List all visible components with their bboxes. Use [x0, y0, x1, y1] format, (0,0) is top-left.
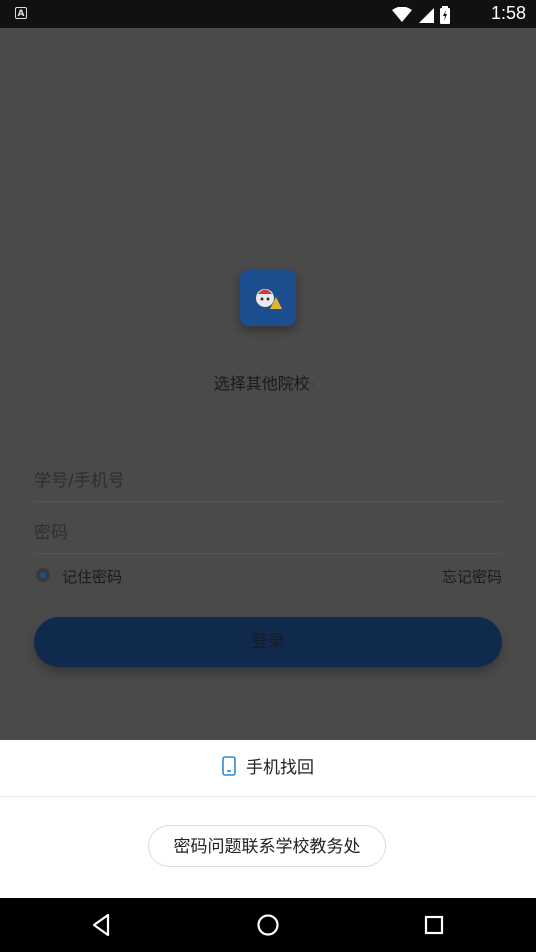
contact-school-button[interactable]: 密码问题联系学校教务处: [148, 825, 386, 867]
login-button[interactable]: 登录: [34, 617, 502, 667]
account-input[interactable]: 学号/手机号: [34, 452, 502, 502]
status-icons: [392, 6, 450, 24]
app-logo: [240, 270, 296, 326]
remember-password-label[interactable]: 记住密码: [62, 566, 122, 587]
navigation-bar: [0, 898, 536, 952]
select-school-label: 选择其他院校: [213, 374, 310, 393]
bottom-sheet: 手机找回 密码问题联系学校教务处: [0, 740, 536, 898]
status-bar: A 1:58: [0, 0, 536, 28]
back-icon[interactable]: [88, 911, 116, 939]
remember-row: 记住密码 忘记密码: [34, 564, 502, 588]
select-school-link[interactable]: 选择其他院校 ›: [0, 370, 536, 394]
notification-a-icon: A: [15, 7, 27, 19]
login-screen: 选择其他院校 › 学号/手机号 密码 记住密码 忘记密码 登录: [0, 28, 536, 740]
battery-icon: [440, 6, 450, 24]
password-placeholder: 密码: [34, 523, 68, 543]
recents-icon[interactable]: [420, 911, 448, 939]
chevron-right-icon: ›: [315, 374, 323, 393]
wifi-icon: [392, 7, 412, 22]
forgot-password-link[interactable]: 忘记密码: [442, 566, 502, 587]
phone-recovery-option[interactable]: 手机找回: [0, 740, 536, 797]
remember-password-radio[interactable]: [36, 568, 50, 582]
phone-recovery-label: 手机找回: [246, 758, 314, 778]
app-mascot-icon: [256, 289, 282, 309]
account-placeholder: 学号/手机号: [34, 471, 125, 491]
status-time: 1:58: [490, 3, 526, 23]
phone-icon: [222, 756, 236, 776]
password-input[interactable]: 密码: [34, 504, 502, 554]
signal-icon: [419, 8, 434, 23]
home-icon[interactable]: [254, 911, 282, 939]
